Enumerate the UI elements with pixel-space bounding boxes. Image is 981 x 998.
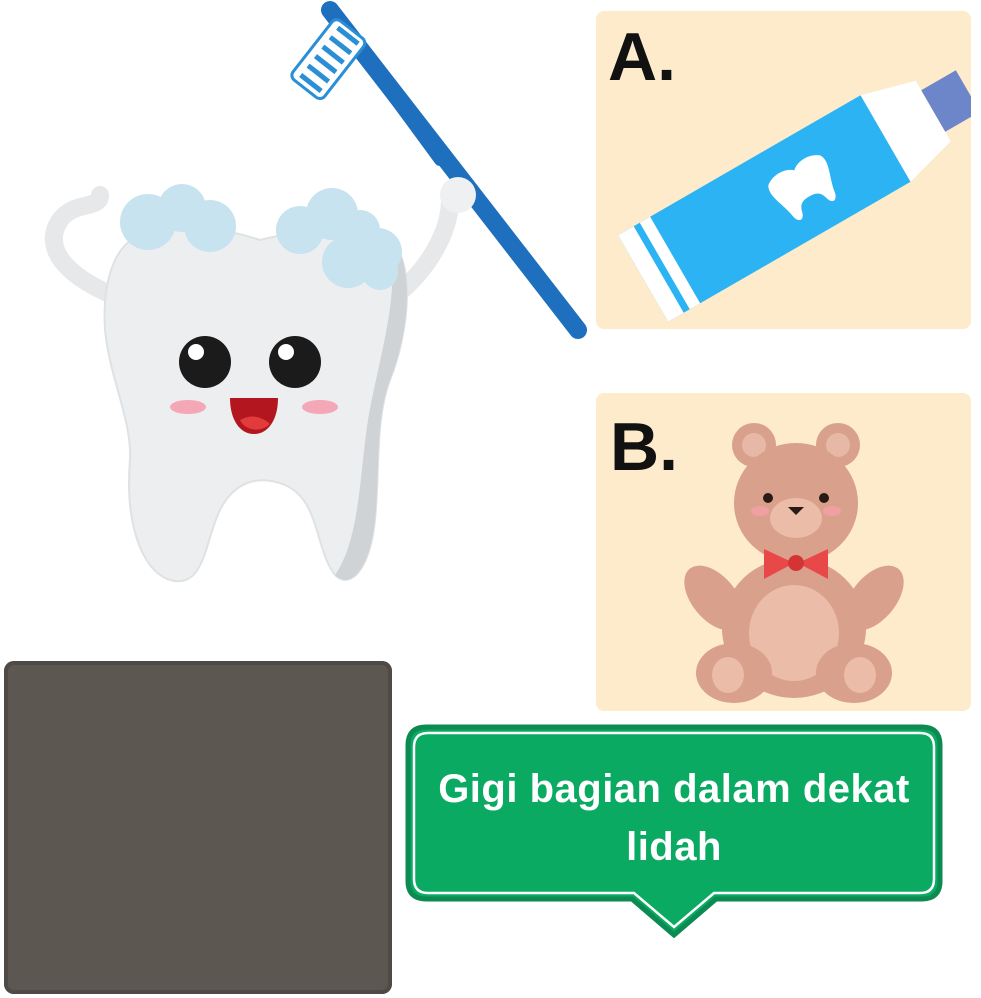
answer-drop-panel[interactable] <box>4 661 392 994</box>
tooth-mascot-illustration <box>44 1 587 583</box>
option-b-card[interactable]: B. <box>596 393 971 711</box>
toothpaste-icon <box>618 70 971 322</box>
option-a-card[interactable]: A. <box>596 11 971 329</box>
teddy-bear-icon <box>684 423 904 703</box>
question-text: Gigi bagian dalam dekat lidah <box>438 767 910 869</box>
